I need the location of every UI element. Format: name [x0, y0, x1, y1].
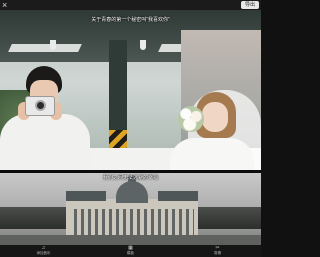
garden — [0, 235, 261, 245]
bride-dress — [170, 138, 254, 170]
video-frame-wedding[interactable] — [0, 10, 261, 170]
template-button[interactable]: ▦ 模板 — [101, 246, 161, 256]
top-bar: × 导出 — [0, 0, 261, 10]
subtitle-caption[interactable]: 关于青春的第一个秘密叫"我喜欢你" — [0, 17, 261, 24]
edit-button[interactable]: ✂ 剪辑 — [188, 246, 248, 256]
video-frame-chateau[interactable] — [0, 173, 261, 245]
add-music-button[interactable]: ♫ 添加音乐 — [14, 246, 74, 256]
camera-icon — [25, 96, 55, 116]
bride-face — [202, 102, 228, 132]
subtitle-caption[interactable]: 我们之间无法逃避的幸福 — [0, 175, 261, 182]
groom-body — [0, 114, 90, 170]
close-icon[interactable]: × — [2, 0, 7, 11]
bouquet — [178, 106, 204, 132]
bottom-toolbar: ♫ 添加音乐 ▦ 模板 ✂ 剪辑 — [0, 245, 261, 257]
export-button[interactable]: 导出 — [240, 1, 259, 9]
